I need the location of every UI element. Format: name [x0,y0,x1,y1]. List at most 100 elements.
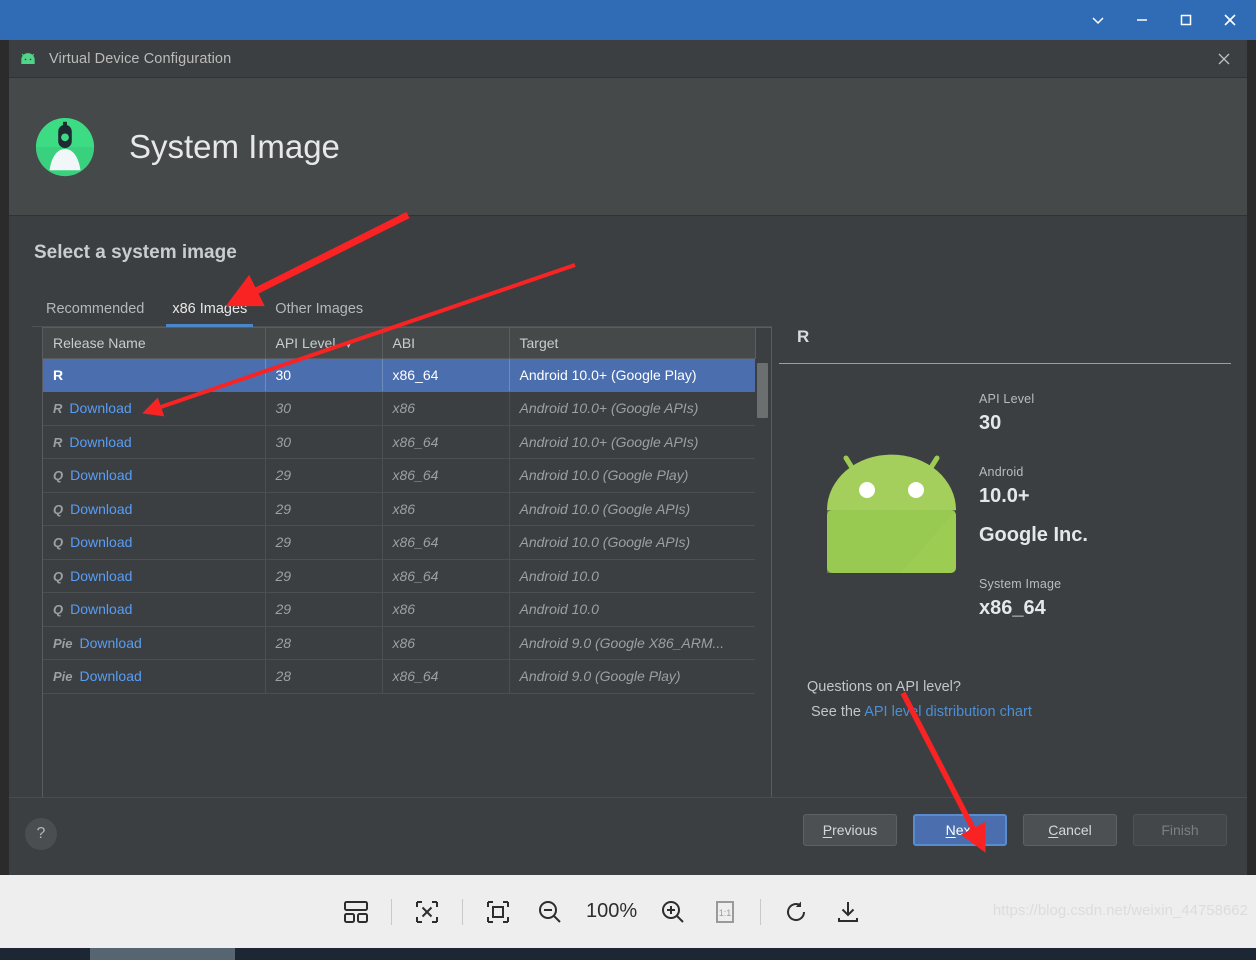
download-link[interactable]: Download [69,400,131,416]
detail-title: R [797,327,810,346]
watermark-text: https://blog.csdn.net/weixin_44758662 [992,902,1248,919]
close-icon[interactable] [1208,0,1252,40]
cell-target: Android 10.0+ (Google Play) [509,358,756,392]
column-label: ABI [392,334,416,351]
release-name-label: Q [53,501,64,517]
api-level-distribution-chart-link[interactable]: API level distribution chart [864,704,1032,720]
table-row[interactable]: R Download 30 x86_64 Android 10.0+ (Google A… [43,425,756,459]
cell-abi: x86_64 [382,559,510,593]
release-name-label: Pie [53,669,73,685]
screen: Virtual Device Configuration System Imag… [0,0,1256,960]
see-the-label: See the [811,704,865,720]
column-header-abi[interactable]: ABI [382,328,510,359]
dialog-header: System Image [9,78,1247,216]
dialog-footer: ? Previous Next Cancel Finish [9,797,1247,875]
cell-api-level: 30 [265,358,383,392]
dialog-body: Select a system image Recommended x86 Im… [9,216,1247,951]
download-link[interactable]: Download [80,635,142,651]
zoom-out-icon[interactable] [524,875,576,948]
release-name-label: Q [53,602,64,618]
field-label-api-level: API Level [979,392,1035,406]
android-robot-icon [21,52,35,64]
download-link[interactable]: Download [70,534,132,550]
cell-api-level: 29 [265,458,383,493]
previous-button[interactable]: Previous [803,814,897,846]
save-icon[interactable] [822,875,874,948]
virtual-device-configuration-dialog: Virtual Device Configuration System Imag… [9,40,1247,951]
download-link[interactable]: Download [70,568,132,584]
cell-api-level: 29 [265,525,383,560]
viewer-tool-group: 100% 1:1 [330,875,874,948]
table-row[interactable]: Q Download 29 x86_64 Android 10.0 (Google Pl… [43,458,756,493]
thumbnails-icon[interactable] [330,875,382,948]
sort-desc-caret-icon[interactable]: ▼ [343,340,353,351]
fit-to-window-icon[interactable] [472,875,524,948]
cell-target: Android 10.0+ (Google APIs) [509,391,756,426]
cell-abi: x86_64 [382,425,510,459]
api-level-question: Questions on API level? [807,679,961,695]
toolbar-separator [462,898,463,925]
column-header-release-name[interactable]: Release Name [43,328,266,359]
cell-abi: x86 [382,492,510,526]
cell-target: Android 9.0 (Google Play) [509,659,756,694]
column-header-target[interactable]: Target [509,328,756,359]
cell-release-name: R [43,358,266,392]
download-link[interactable]: Download [70,501,132,517]
cell-target: Android 10.0 (Google APIs) [509,525,756,560]
detail-fields: API Level 30 Android 10.0+ Google Inc. S… [979,392,1088,650]
field-value-android: 10.0+ [979,485,1030,507]
field-value-system-image: x86_64 [979,597,1046,619]
release-name-label: R [53,401,63,417]
next-button[interactable]: Next [913,814,1007,846]
table-scrollbar-thumb[interactable] [757,363,768,418]
cell-release-name: R Download [43,391,266,426]
table-row[interactable]: Q Download 29 x86_64 Android 10.0 [43,559,756,593]
page-title: System Image [129,127,340,165]
help-button[interactable]: ? [25,818,57,850]
tab-x86-images[interactable]: x86 Images [158,301,261,327]
table-row[interactable]: Pie Download 28 x86_64 Android 9.0 (Google P… [43,659,756,694]
zoom-level-label: 100% [586,900,638,922]
cell-release-name: Pie Download [43,659,266,694]
minimize-icon[interactable] [1120,0,1164,40]
chevron-down-icon[interactable] [1076,0,1120,40]
cell-abi: x86 [382,592,510,627]
cell-release-name: Pie Download [43,626,266,660]
cell-abi: x86_64 [382,458,510,493]
footer-buttons: Previous Next Cancel Finish [803,814,1227,846]
maximize-icon[interactable] [1164,0,1208,40]
zoom-in-icon[interactable] [647,875,699,948]
table-row[interactable]: R 30 x86_64 Android 10.0+ (Google Play) [43,358,756,392]
column-label: Target [519,334,559,351]
tab-recommended[interactable]: Recommended [32,301,158,326]
release-name-label: R [53,366,64,383]
cancel-button[interactable]: Cancel [1023,814,1117,846]
download-link[interactable]: Download [80,668,142,684]
cell-target: Android 10.0 (Google APIs) [509,492,756,526]
transparency-grid-icon[interactable] [401,875,453,948]
rotate-icon[interactable] [770,875,822,948]
api-level-help: Questions on API level? See the API leve… [807,679,1032,720]
download-link[interactable]: Download [70,467,132,483]
ide-window-controls [1076,0,1252,40]
dialog-title-bar: Virtual Device Configuration [9,40,1247,78]
dialog-close-icon[interactable] [1209,46,1239,72]
cell-api-level: 28 [265,626,383,660]
cell-target: Android 9.0 (Google X86_ARM... [509,626,756,660]
android-studio-logo-icon [35,117,95,176]
download-link[interactable]: Download [69,434,131,450]
column-header-api-level[interactable]: API Level ▼ [265,328,383,359]
cell-release-name: Q Download [43,458,266,493]
table-row[interactable]: Q Download 29 x86 Android 10.0 (Google APIs) [43,492,756,526]
svg-text:1:1: 1:1 [719,908,732,918]
table-row[interactable]: R Download 30 x86 Android 10.0+ (Google APIs… [43,391,756,426]
table-row[interactable]: Pie Download 28 x86 Android 9.0 (Google X86_… [43,626,756,660]
tab-other-images[interactable]: Other Images [261,301,377,326]
table-row[interactable]: Q Download 29 x86_64 Android 10.0 (Google AP… [43,525,756,560]
download-link[interactable]: Download [70,601,132,617]
cell-api-level: 29 [265,492,383,526]
cell-api-level: 29 [265,559,383,593]
actual-size-icon[interactable]: 1:1 [699,875,751,948]
taskbar-tile [90,948,235,960]
table-row[interactable]: Q Download 29 x86 Android 10.0 [43,592,756,627]
